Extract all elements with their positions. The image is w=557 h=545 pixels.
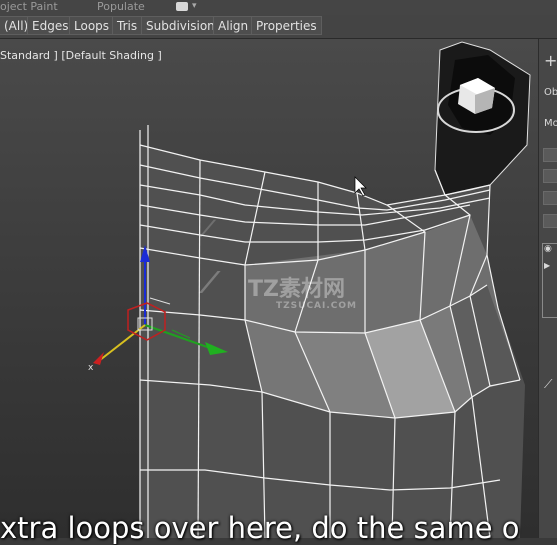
create-plus-icon[interactable]: + [544, 51, 557, 70]
panel-button-1[interactable] [543, 148, 557, 162]
tab-object-type[interactable]: Ob [544, 87, 557, 98]
panel-button-3[interactable] [543, 191, 557, 205]
expand-arrow-icon[interactable]: ▶ [544, 261, 550, 270]
command-panel: + Ob Mo ◉ ▶ ⟋ [538, 39, 557, 538]
modifier-stack-frame [542, 243, 557, 318]
watermark-logo-icon: ⟋ [200, 266, 220, 299]
ribbon-align-button[interactable]: Align [213, 16, 254, 35]
watermark-logo-ghost: ⟋ [200, 217, 216, 242]
panel-button-2[interactable] [543, 169, 557, 183]
svg-text:x: x [88, 363, 94, 373]
pin-stack-icon[interactable]: ⟋ [544, 377, 552, 392]
ribbon-properties-button[interactable]: Properties [251, 16, 322, 35]
panel-button-4[interactable] [543, 214, 557, 228]
menu-object-paint[interactable]: oject Paint [0, 0, 58, 14]
options-dropdown-icon[interactable] [176, 2, 188, 11]
menu-populate[interactable]: Populate [97, 0, 145, 14]
watermark-url: TZSUCAI.COM [276, 301, 358, 311]
chevron-down-icon[interactable]: ▾ [192, 1, 197, 11]
perspective-viewport[interactable]: x Standard ] [Default Shading ] ⟋ ⟋ TZ素材… [0, 39, 538, 538]
ribbon-edges-button[interactable]: Edges [27, 16, 74, 35]
eye-icon[interactable]: ◉ [544, 244, 552, 254]
watermark-brand: TZ素材网 [248, 277, 345, 302]
menu-bar: oject Paint Populate ▾ [0, 0, 557, 15]
ribbon-subdivision-button[interactable]: Subdivision [141, 16, 220, 35]
ribbon-loops-button[interactable]: Loops [69, 16, 115, 35]
viewport-label[interactable]: Standard ] [Default Shading ] [0, 49, 162, 62]
tab-modifier[interactable]: Mo [544, 118, 557, 129]
ribbon-tris-button[interactable]: Tris [112, 16, 143, 35]
ribbon-toolbar: (All) Edges Loops Tris Subdivision Align… [0, 15, 557, 39]
